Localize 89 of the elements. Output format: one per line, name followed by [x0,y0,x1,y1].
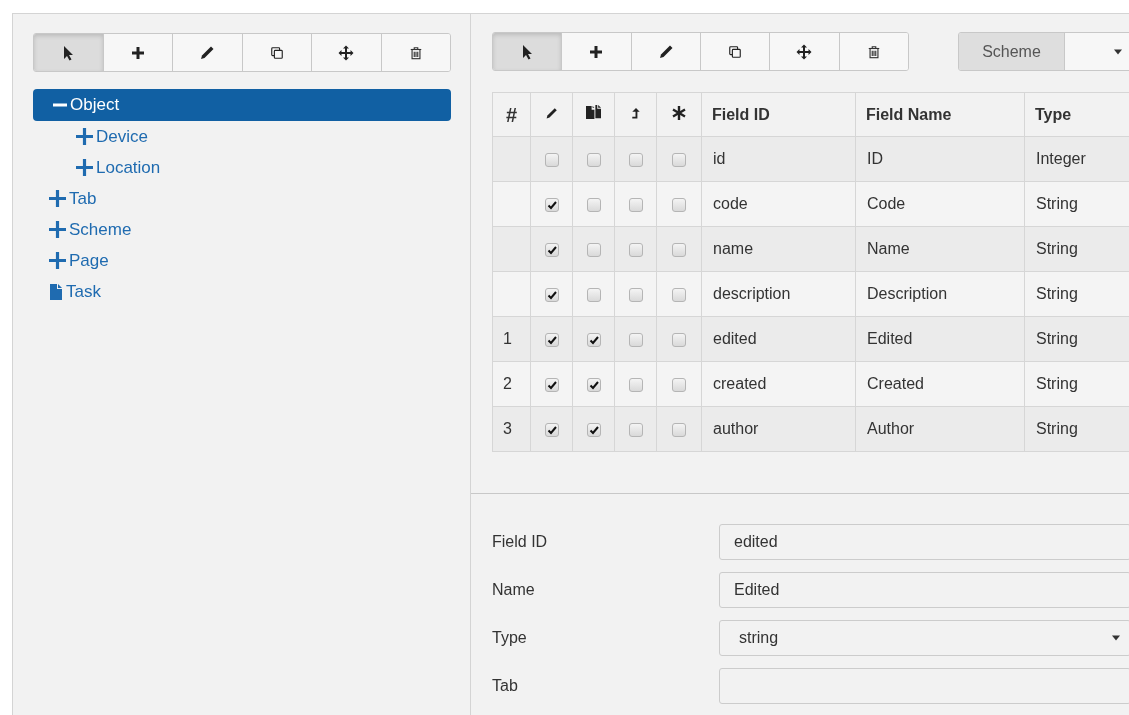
checkbox[interactable] [672,242,686,257]
table-cell: Description [855,271,1025,317]
tree-item[interactable]: Task [33,276,451,307]
table-cell: name [701,226,856,272]
table-cell: Author [855,406,1025,452]
checkbox[interactable] [672,422,686,437]
input-field[interactable] [719,668,1129,704]
table-cell: author [701,406,856,452]
table-cell: Created [855,361,1025,407]
copy-icon [269,45,284,60]
checkbox[interactable] [628,197,643,212]
table-cell: description [701,271,856,317]
checkbox[interactable] [544,332,559,347]
field-label: Tab [492,676,519,696]
field-label: Field ID [492,532,549,552]
move-icon [796,43,813,60]
pencil-icon [657,43,674,60]
checkbox[interactable] [628,332,643,347]
checkbox[interactable] [672,152,686,167]
tree-item[interactable]: Tab [33,183,451,214]
caret-icon [1114,48,1122,55]
pencil-icon [545,106,558,120]
table-cell: id [701,136,856,182]
column-header: # [492,92,531,137]
column-header: Field Name [855,92,1025,137]
input-field[interactable]: Edited [719,572,1129,608]
checkbox[interactable] [544,152,559,167]
type-dropdown[interactable]: string [719,620,1129,656]
checkbox[interactable] [586,377,601,392]
table-cell: edited [701,316,856,362]
checkbox[interactable] [586,287,601,302]
scheme-dropdown[interactable]: Scheme [958,32,1129,71]
tree-item[interactable]: Object [33,89,451,121]
documents-icon [586,104,601,120]
checkbox[interactable] [586,242,601,257]
file-icon [49,283,63,300]
plus-icon [588,43,605,60]
checkbox[interactable] [586,152,601,167]
arrow-up-icon [630,106,641,120]
checkbox[interactable] [628,377,643,392]
tool-button[interactable] [493,33,562,70]
column-header: Field ID [701,92,856,137]
table-cell: 2 [492,361,531,407]
table-cell: 1 [492,316,531,362]
plus-icon [129,44,146,61]
copy-icon [728,44,743,59]
checkbox[interactable] [672,197,686,212]
plus-icon [49,221,66,238]
plus-icon [49,252,66,269]
table-cell: code [701,181,856,227]
checkbox[interactable] [586,332,601,347]
table-cell: created [701,361,856,407]
plus-icon [76,159,93,176]
tree-item[interactable]: Location [33,152,451,183]
tree-item[interactable]: Page [33,245,451,276]
checkbox[interactable] [544,242,559,257]
checkbox[interactable] [586,197,601,212]
table-cell: Edited [855,316,1025,362]
tool-button[interactable] [34,34,103,71]
checkbox[interactable] [628,152,643,167]
column-header: Type [1024,92,1129,137]
trash-icon [408,45,423,60]
pencil-icon [199,44,216,61]
plus-icon [49,190,66,207]
trash-icon [866,44,881,59]
asterisk-icon [672,105,686,120]
checkbox[interactable] [544,197,559,212]
checkbox[interactable] [672,377,686,392]
table-cell: ID [855,136,1025,182]
checkbox[interactable] [544,377,559,392]
checkbox[interactable] [672,287,686,302]
checkbox[interactable] [586,422,601,437]
move-icon [338,44,355,61]
caret-icon [1112,635,1120,641]
plus-icon [76,128,93,145]
table-cell: Name [855,226,1025,272]
checkbox[interactable] [672,332,686,347]
tree-item[interactable]: Device [33,121,451,152]
field-label: Name [492,580,536,600]
checkbox[interactable] [544,422,559,437]
field-label: Type [492,628,528,648]
input-field[interactable]: edited [719,524,1129,560]
checkbox[interactable] [544,287,559,302]
table-cell: Code [855,181,1025,227]
table-cell: 3 [492,406,531,452]
checkbox[interactable] [628,287,643,302]
tree-item[interactable]: Scheme [33,214,451,245]
checkbox[interactable] [628,422,643,437]
checkbox[interactable] [628,242,643,257]
